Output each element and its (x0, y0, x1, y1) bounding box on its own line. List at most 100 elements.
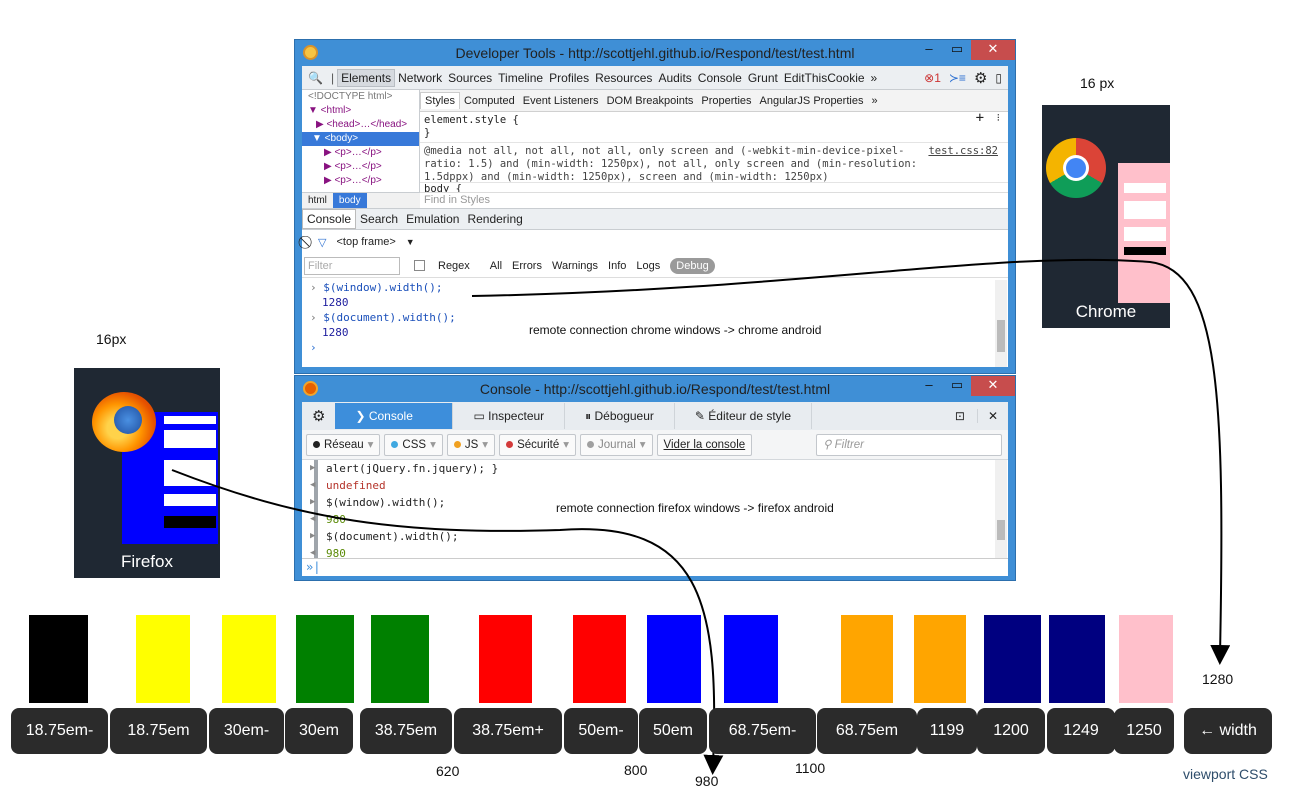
chevron-down-icon[interactable]: ▼ (406, 237, 415, 247)
console-result: 980 (326, 513, 346, 526)
preview-block (164, 430, 216, 448)
drawer-tab-rendering[interactable]: Rendering (463, 212, 526, 226)
more-subtabs-button[interactable]: » (867, 95, 881, 107)
breakpoint-label: 30em (285, 708, 353, 754)
tab-angularjs-properties[interactable]: AngularJS Properties (756, 95, 868, 107)
console-result: undefined (326, 479, 386, 492)
maximize-button[interactable]: ▭ (943, 376, 971, 396)
clear-console-button[interactable]: Vider la console (656, 433, 753, 456)
dom-body[interactable]: ▼ <body> (302, 132, 419, 146)
close-button[interactable]: ✕ (971, 376, 1015, 396)
level-warnings[interactable]: Warnings (552, 260, 598, 272)
color-swatch (841, 615, 893, 703)
tab-audits[interactable]: Audits (655, 71, 694, 85)
console-result: 1280 (322, 296, 349, 309)
console-scrollbar[interactable] (995, 280, 1007, 367)
tab-styles[interactable]: Styles (420, 92, 460, 109)
tab-computed[interactable]: Computed (460, 95, 519, 107)
search-icon[interactable]: 🔍 (302, 71, 328, 85)
level-info[interactable]: Info (608, 260, 626, 272)
console-filter-bar: Filter Regex All Errors Warnings Info Lo… (302, 254, 1008, 278)
scrollbar-thumb[interactable] (997, 320, 1005, 352)
tab-sources[interactable]: Sources (445, 71, 495, 85)
window-controls: – ▭ ✕ (915, 40, 1015, 60)
firefox-scrollbar[interactable] (995, 460, 1007, 558)
page-preview (1118, 163, 1170, 303)
drawer-tab-search[interactable]: Search (356, 212, 402, 226)
chrome-phone-screenshot: Chrome (1042, 105, 1170, 328)
filter-css-button[interactable]: CSS ▾ (384, 433, 443, 456)
divider: | (330, 70, 335, 85)
tab-event-listeners[interactable]: Event Listeners (519, 95, 603, 107)
chevron-down-icon: ▾ (639, 438, 646, 451)
preview-block (164, 460, 216, 486)
crumb-html[interactable]: html (302, 193, 333, 208)
responsive-icon[interactable]: ⊡ (943, 409, 977, 423)
toolbox-options-icon[interactable]: ⚙ (302, 407, 335, 425)
console-toolbar: ⃠ ▽ <top frame> ▼ (302, 230, 1008, 254)
securite-dot-icon (506, 441, 514, 448)
checkbox-icon[interactable] (414, 260, 425, 271)
error-icon[interactable]: ⊗1 (924, 71, 941, 85)
drawer-toggle-icon[interactable]: ≻≡ (949, 71, 966, 85)
tab-console[interactable]: ❯ Console (335, 403, 454, 429)
firefox-filter-toolbar: Réseau ▾ CSS ▾ JS ▾ Sécurité ▾ Journal ▾ Vide… (302, 430, 1008, 460)
filter-journal-button[interactable]: Journal ▾ (580, 433, 653, 456)
maximize-button[interactable]: ▭ (943, 40, 971, 60)
tab-timeline[interactable]: Timeline (495, 71, 546, 85)
frame-selector[interactable]: <top frame> (336, 236, 395, 248)
filter-search-input[interactable]: ⚲ Filtrer (816, 433, 1002, 456)
color-swatch (222, 615, 276, 703)
tab-style-editor[interactable]: ✎ Éditeur de style (675, 403, 813, 429)
style-editor-icon: ✎ (694, 409, 709, 423)
filter-reseau-button[interactable]: Réseau ▾ (306, 433, 381, 456)
tab-properties[interactable]: Properties (697, 95, 755, 107)
tab-editthiscookie[interactable]: EditThisCookie (781, 71, 868, 85)
close-button[interactable]: ✕ (971, 40, 1015, 60)
level-logs[interactable]: Logs (636, 260, 660, 272)
tab-network[interactable]: Network (395, 71, 445, 85)
level-all[interactable]: All (490, 260, 502, 272)
minimize-button[interactable]: – (915, 376, 943, 396)
gear-icon[interactable]: ⚙ (974, 69, 987, 87)
more-tabs-button[interactable]: » (868, 71, 881, 85)
tab-grunt[interactable]: Grunt (745, 71, 781, 85)
media-source-link[interactable]: test.css:82 (928, 145, 998, 158)
dock-icon[interactable]: ▯ (995, 71, 1002, 85)
tab-profiles[interactable]: Profiles (546, 71, 592, 85)
console-prompt[interactable]: › (310, 340, 1008, 355)
output-arrow-icon: ◀ (310, 514, 316, 524)
tab-resources[interactable]: Resources (592, 71, 655, 85)
filter-securite-button[interactable]: Sécurité ▾ (499, 433, 577, 456)
close-icon[interactable]: ✕ (976, 409, 1008, 423)
dom-head[interactable]: ▶ <head>…</head> (302, 118, 419, 132)
scrollbar-thumb[interactable] (997, 520, 1005, 540)
dom-node[interactable]: ▶ <p>…</p> (302, 146, 419, 160)
tab-debugger[interactable]: ⏸ Débogueur (565, 403, 675, 429)
regex-checkbox[interactable]: Regex (404, 260, 470, 272)
firefox-console-input[interactable]: »| (302, 558, 1008, 576)
dom-node[interactable]: ▶ <p>…</p> (302, 160, 419, 174)
tab-inspector[interactable]: ▭ Inspecteur (453, 403, 566, 429)
find-in-styles-input[interactable]: Find in Styles (420, 192, 1008, 208)
dom-doctype[interactable]: <!DOCTYPE html> (302, 90, 419, 104)
tab-console[interactable]: Console (695, 71, 745, 85)
level-errors[interactable]: Errors (512, 260, 542, 272)
tab-elements[interactable]: Elements (337, 68, 396, 87)
drawer-tab-console[interactable]: Console (302, 209, 357, 229)
minimize-button[interactable]: – (915, 40, 943, 60)
filter-input[interactable]: Filter (304, 256, 400, 275)
viewport-css-label: viewport CSS (1183, 766, 1268, 782)
color-swatch (573, 615, 626, 703)
add-rule-icon[interactable]: + (976, 111, 984, 125)
tab-dom-breakpoints[interactable]: DOM Breakpoints (603, 95, 698, 107)
toggle-state-icon[interactable]: ⁝ (997, 112, 1000, 125)
dom-node[interactable]: ▶ <p>…</p> (302, 174, 419, 188)
color-swatch (136, 615, 190, 703)
level-debug[interactable]: Debug (670, 257, 715, 274)
drawer-tab-emulation[interactable]: Emulation (402, 212, 463, 226)
crumb-body[interactable]: body (332, 193, 367, 208)
filter-js-button[interactable]: JS ▾ (446, 433, 496, 456)
filter-icon[interactable]: ▽ (318, 236, 326, 249)
dom-html[interactable]: ▼ <html> (302, 104, 419, 118)
